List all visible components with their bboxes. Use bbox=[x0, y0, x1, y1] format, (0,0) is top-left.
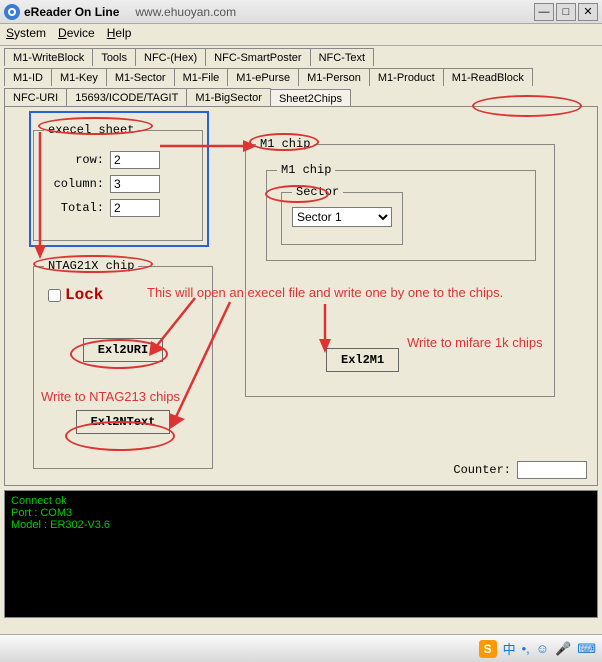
tab-content: execel sheet row: column: Total: NTAG21X… bbox=[4, 106, 598, 486]
tab-m1-epurse[interactable]: M1-ePurse bbox=[227, 68, 299, 86]
close-button[interactable]: ✕ bbox=[578, 3, 598, 21]
counter-input[interactable] bbox=[517, 461, 587, 479]
tray-punct-icon[interactable]: •, bbox=[522, 641, 530, 656]
tab-m1-bigsector[interactable]: M1-BigSector bbox=[186, 88, 271, 106]
lock-label: Lock bbox=[65, 286, 103, 304]
exl2uri-button[interactable]: Exl2URI bbox=[83, 338, 163, 362]
tab-15693-icode-tagit[interactable]: 15693/ICODE/TAGIT bbox=[66, 88, 187, 106]
total-label: Total: bbox=[44, 201, 104, 215]
sector-group: Sector Sector 1 bbox=[281, 185, 403, 245]
total-input[interactable] bbox=[110, 199, 160, 217]
sector-select[interactable]: Sector 1 bbox=[292, 207, 392, 227]
tray-mic-icon[interactable]: 🎤 bbox=[555, 641, 571, 657]
tab-nfc-hex-[interactable]: NFC-(Hex) bbox=[135, 48, 206, 66]
console-line: Model : ER302-V3.6 bbox=[11, 519, 591, 531]
maximize-button[interactable]: □ bbox=[556, 3, 576, 21]
window-url: www.ehuoyan.com bbox=[135, 5, 236, 19]
excel-sheet-group: execel sheet row: column: Total: bbox=[33, 123, 203, 241]
minimize-button[interactable]: — bbox=[534, 3, 554, 21]
tab-m1-file[interactable]: M1-File bbox=[174, 68, 229, 86]
title-bar: eReader On Line www.ehuoyan.com — □ ✕ bbox=[0, 0, 602, 24]
window-buttons: — □ ✕ bbox=[534, 3, 598, 21]
taskbar: S 中 •, ☺ 🎤 ⌨ bbox=[0, 634, 602, 662]
counter-area: Counter: bbox=[453, 461, 587, 479]
exl2ntext-button[interactable]: Exl2NText bbox=[76, 410, 171, 434]
menu-help[interactable]: Help bbox=[107, 26, 132, 43]
tab-nfc-text[interactable]: NFC-Text bbox=[310, 48, 374, 66]
tab-nfc-uri[interactable]: NFC-URI bbox=[4, 88, 67, 106]
tab-m1-writeblock[interactable]: M1-WriteBlock bbox=[4, 48, 93, 66]
sector-legend: Sector bbox=[292, 185, 343, 199]
sogou-icon[interactable]: S bbox=[479, 640, 497, 658]
counter-label: Counter: bbox=[453, 463, 511, 477]
tab-m1-id[interactable]: M1-ID bbox=[4, 68, 52, 86]
row-label: row: bbox=[44, 153, 104, 167]
menu-system[interactable]: System bbox=[6, 26, 46, 43]
tab-m1-person[interactable]: M1-Person bbox=[298, 68, 370, 86]
tray-keyboard-icon[interactable]: ⌨ bbox=[577, 641, 596, 657]
m1-inner-group: M1 chip Sector Sector 1 bbox=[266, 163, 536, 261]
tab-m1-product[interactable]: M1-Product bbox=[369, 68, 444, 86]
lock-checkbox[interactable] bbox=[48, 289, 61, 302]
column-input[interactable] bbox=[110, 175, 160, 193]
console: Connect ok Port : COM3 Model : ER302-V3.… bbox=[4, 490, 598, 618]
tray-emoji-icon[interactable]: ☺ bbox=[536, 641, 549, 656]
system-tray: S 中 •, ☺ 🎤 ⌨ bbox=[479, 639, 596, 658]
ntag-legend: NTAG21X chip bbox=[44, 259, 138, 273]
tab-m1-readblock[interactable]: M1-ReadBlock bbox=[443, 68, 533, 86]
row-input[interactable] bbox=[110, 151, 160, 169]
m1-group: M1 chip M1 chip Sector Sector 1 Exl2M1 bbox=[245, 137, 555, 397]
m1-legend: M1 chip bbox=[256, 137, 314, 151]
tab-sheet2chips[interactable]: Sheet2Chips bbox=[270, 89, 351, 107]
console-line: Port : COM3 bbox=[11, 507, 591, 519]
window-title: eReader On Line bbox=[24, 5, 119, 19]
tray-ime-icon[interactable]: 中 bbox=[503, 639, 516, 658]
ntag-group: NTAG21X chip Lock Exl2URI Exl2NText bbox=[33, 259, 213, 469]
menu-bar: System Device Help bbox=[0, 24, 602, 46]
tab-m1-sector[interactable]: M1-Sector bbox=[106, 68, 175, 86]
exl2m1-button[interactable]: Exl2M1 bbox=[326, 348, 399, 372]
tab-nfc-smartposter[interactable]: NFC-SmartPoster bbox=[205, 48, 310, 66]
tab-tools[interactable]: Tools bbox=[92, 48, 136, 66]
tab-strip: M1-WriteBlockToolsNFC-(Hex)NFC-SmartPost… bbox=[0, 46, 602, 106]
m1-inner-legend: M1 chip bbox=[277, 163, 335, 177]
menu-device[interactable]: Device bbox=[58, 26, 95, 43]
excel-legend: execel sheet bbox=[44, 123, 138, 137]
tab-m1-key[interactable]: M1-Key bbox=[51, 68, 107, 86]
column-label: column: bbox=[44, 177, 104, 191]
console-line: Connect ok bbox=[11, 495, 591, 507]
app-icon bbox=[4, 4, 20, 20]
